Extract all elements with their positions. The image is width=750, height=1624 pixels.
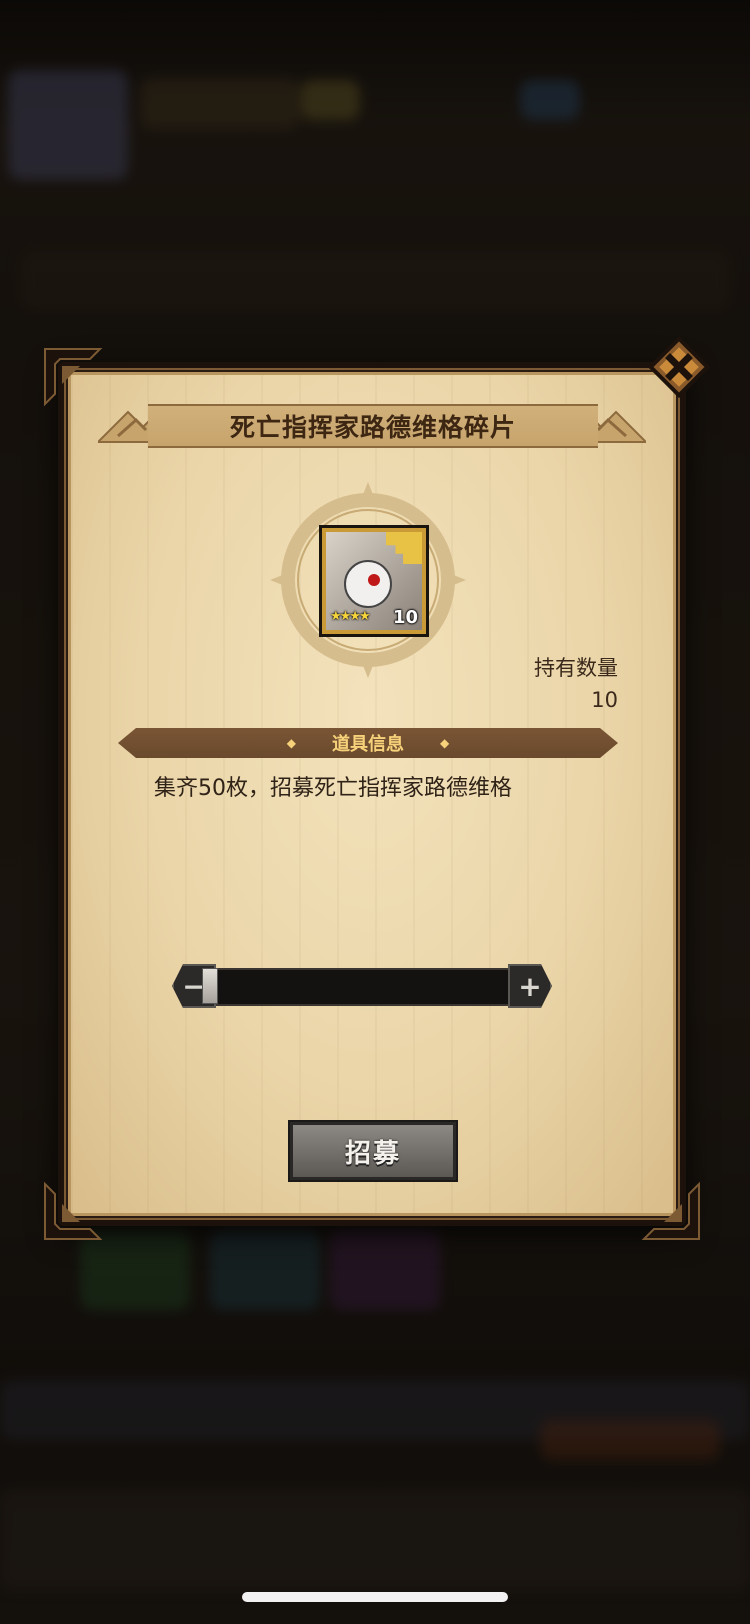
skull-jester-icon (344, 560, 392, 608)
item-description: 集齐50枚，招募死亡指挥家路德维格 (154, 776, 512, 801)
corner-ornament-icon (634, 1174, 704, 1244)
recruit-button[interactable]: 招募 (288, 1120, 458, 1182)
close-icon (647, 335, 711, 399)
item-info-header-label: 道具信息 (332, 734, 404, 755)
hold-quantity-value: 10 (591, 688, 618, 712)
diamond-dot-icon: ◆ (440, 736, 450, 750)
star-rating: ★★★★ (330, 609, 371, 624)
item-card[interactable]: ★★★★ 10 (319, 525, 429, 637)
dialog-title: 死亡指挥家路德维格碎片 (229, 413, 516, 442)
slider-handle[interactable] (202, 968, 218, 1004)
hold-quantity-label: 持有数量 (534, 656, 618, 680)
home-indicator[interactable] (242, 1592, 508, 1602)
corner-ornament-icon (40, 1174, 110, 1244)
item-card-count: 10 (392, 607, 418, 628)
title-banner: 死亡指挥家路德维格碎片 (148, 404, 598, 448)
puzzle-piece-icon (386, 532, 422, 564)
recruit-button-label: 招募 (344, 1138, 401, 1169)
close-button[interactable] (646, 334, 712, 400)
slider-track[interactable] (202, 968, 522, 1006)
diamond-dot-icon: ◆ (286, 736, 296, 750)
red-eye-icon (368, 574, 380, 586)
quantity-slider[interactable]: − + (172, 962, 552, 1008)
increase-button[interactable]: + (508, 964, 552, 1008)
item-info-dialog: 死亡指挥家路德维格碎片 ★★★★ 10 持有数量 10 ◆ 道具信息 ◆ 集齐5… (44, 335, 711, 1240)
item-info-header: ◆ 道具信息 ◆ (118, 728, 618, 758)
